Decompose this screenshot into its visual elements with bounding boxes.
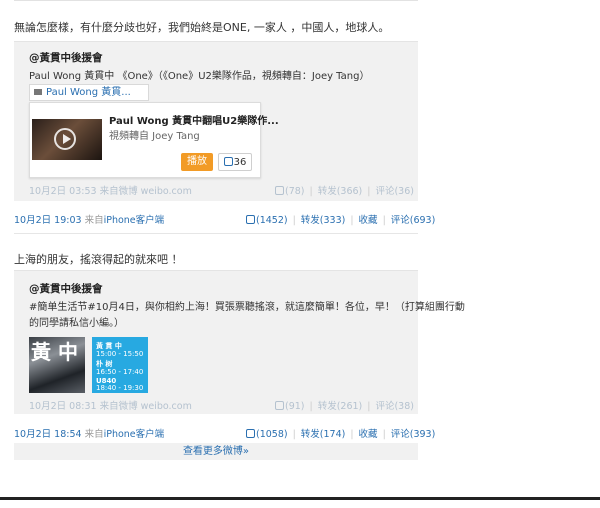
repost-author-link[interactable]: @黃貫中後援會: [29, 281, 103, 296]
photo-caption: 黃 中: [31, 340, 78, 364]
separator: |: [382, 429, 386, 440]
post-comment-link[interactable]: 评论(693): [391, 215, 436, 226]
post-actions: (1058) | 转发(174) | 收藏 | 评论(393): [246, 426, 435, 440]
repost-meta: 10月2日 03:53 来自微博 weibo.com: [29, 183, 192, 197]
top-divider: [14, 0, 418, 1]
repost-box: @黃貫中後援會 Paul Wong 黃貫中 《One》（《One》U2樂隊作品，…: [14, 41, 418, 201]
bottom-border: [0, 497, 600, 500]
repost-text: Paul Wong 黃貫中 《One》（《One》U2樂隊作品，視頻轉自：Joe…: [29, 71, 370, 82]
event-poster-image[interactable]: 黃 貫 中 15:00 - 15:50 朴 树 16:50 - 17:40 U8…: [92, 337, 148, 393]
repost-actions: (91) | 转发(261) | 评论(38): [275, 398, 414, 412]
separator: |: [309, 401, 313, 412]
post-meta: 10月2日 19:03 来自iPhone客户端: [14, 212, 164, 226]
video-link-label: Paul Wong 黃貫...: [46, 87, 131, 98]
thumbs-up-icon: [275, 401, 284, 410]
poster-line: 黃 貫 中: [96, 342, 122, 350]
repost-photo[interactable]: 黃 中: [29, 337, 85, 393]
poster-line: 15:00 - 15:50: [96, 350, 144, 358]
post-source-link[interactable]: iPhone客户端: [104, 429, 165, 440]
post-date-link[interactable]: 10月2日 18:54: [14, 429, 82, 440]
separator: |: [367, 401, 371, 412]
video-source: 視頻轉自 Joey Tang: [109, 131, 200, 142]
repost-date-link[interactable]: 10月2日 03:53: [29, 186, 97, 197]
video-like-button[interactable]: 36: [218, 153, 252, 171]
repost-forward-link[interactable]: 转发(261): [318, 401, 363, 412]
source-prefix: 来自: [99, 401, 119, 412]
thumbs-up-icon: [275, 186, 284, 195]
repost-like-link[interactable]: (78): [275, 186, 305, 197]
repost-text-line-2: 的同學請私信小編。）: [29, 318, 124, 329]
repost-meta: 10月2日 08:31 来自微博 weibo.com: [29, 398, 192, 412]
page: { "post1": { "text": "無論怎麼樣，有什麼分歧也好，我們始終…: [0, 0, 600, 508]
poster-line: 朴 树: [96, 360, 113, 368]
separator: |: [367, 186, 371, 197]
post-favorite-link[interactable]: 收藏: [359, 429, 378, 440]
thumbs-up-icon: [246, 215, 255, 224]
repost-source-link[interactable]: 微博 weibo.com: [119, 186, 192, 197]
video-icon: [34, 89, 42, 95]
like-count: (78): [285, 186, 305, 197]
repost-source-link[interactable]: 微博 weibo.com: [119, 401, 192, 412]
video-like-count: 36: [233, 157, 247, 168]
separator: |: [292, 429, 296, 440]
separator: |: [350, 215, 354, 226]
post-source-link[interactable]: iPhone客户端: [104, 215, 165, 226]
repost-author-link[interactable]: @黃貫中後援會: [29, 50, 103, 65]
video-thumbnail[interactable]: [32, 119, 102, 160]
video-link[interactable]: Paul Wong 黃貫...: [29, 84, 149, 101]
post-comment-link[interactable]: 评论(393): [391, 429, 436, 440]
video-card[interactable]: Paul Wong 黃貫中翻唱U2樂隊作... 視頻轉自 Joey Tang 播…: [29, 102, 279, 178]
post-forward-link[interactable]: 转发(333): [301, 215, 346, 226]
source-prefix: 来自: [84, 215, 104, 226]
like-count: (1058): [256, 429, 288, 440]
like-count: (91): [285, 401, 305, 412]
post-favorite-link[interactable]: 收藏: [359, 215, 378, 226]
separator: |: [382, 215, 386, 226]
post-meta: 10月2日 18:54 来自iPhone客户端: [14, 426, 164, 440]
repost-date-link[interactable]: 10月2日 08:31: [29, 401, 97, 412]
separator: |: [309, 186, 313, 197]
repost-box: @黃貫中後援會 #簡单生活节#10月4日，與你相約上海！買張票聽搖滾，就這麼簡單…: [14, 270, 465, 414]
separator: |: [292, 215, 296, 226]
post-actions: (1452) | 转发(333) | 收藏 | 评论(693): [246, 212, 435, 226]
repost-comment-link[interactable]: 评论(36): [375, 186, 414, 197]
repost-like-link[interactable]: (91): [275, 401, 305, 412]
play-button[interactable]: 播放: [181, 153, 213, 171]
play-icon: [54, 128, 76, 150]
poster-line: 18:40 - 19:30: [96, 384, 144, 392]
poster-line: 16:50 - 17:40: [96, 368, 144, 376]
thumbs-up-icon: [246, 429, 255, 438]
repost-actions: (78) | 转发(366) | 评论(36): [275, 183, 414, 197]
video-title[interactable]: Paul Wong 黃貫中翻唱U2樂隊作...: [109, 112, 279, 127]
source-prefix: 来自: [99, 186, 119, 197]
post-like-link[interactable]: (1452): [246, 215, 288, 226]
like-count: (1452): [256, 215, 288, 226]
post-divider: [14, 233, 418, 234]
repost-text-line-1: #簡单生活节#10月4日，與你相約上海！買張票聽搖滾，就這麼簡單！各位，早！（打…: [29, 302, 465, 313]
post-text: 上海的朋友，搖滾得起的就來吧 ！: [14, 253, 183, 266]
load-more-button[interactable]: 查看更多微博»: [14, 443, 418, 460]
repost-forward-link[interactable]: 转发(366): [318, 186, 363, 197]
separator: |: [350, 429, 354, 440]
source-prefix: 来自: [84, 429, 104, 440]
post-like-link[interactable]: (1058): [246, 429, 288, 440]
post-text: 無論怎麼樣，有什麼分歧也好，我們始終是ONE, 一家人 ，中國人，地球人。: [14, 21, 390, 34]
repost-comment-link[interactable]: 评论(38): [375, 401, 414, 412]
post-forward-link[interactable]: 转发(174): [301, 429, 346, 440]
post-date-link[interactable]: 10月2日 19:03: [14, 215, 82, 226]
thumbs-up-icon: [223, 157, 233, 166]
